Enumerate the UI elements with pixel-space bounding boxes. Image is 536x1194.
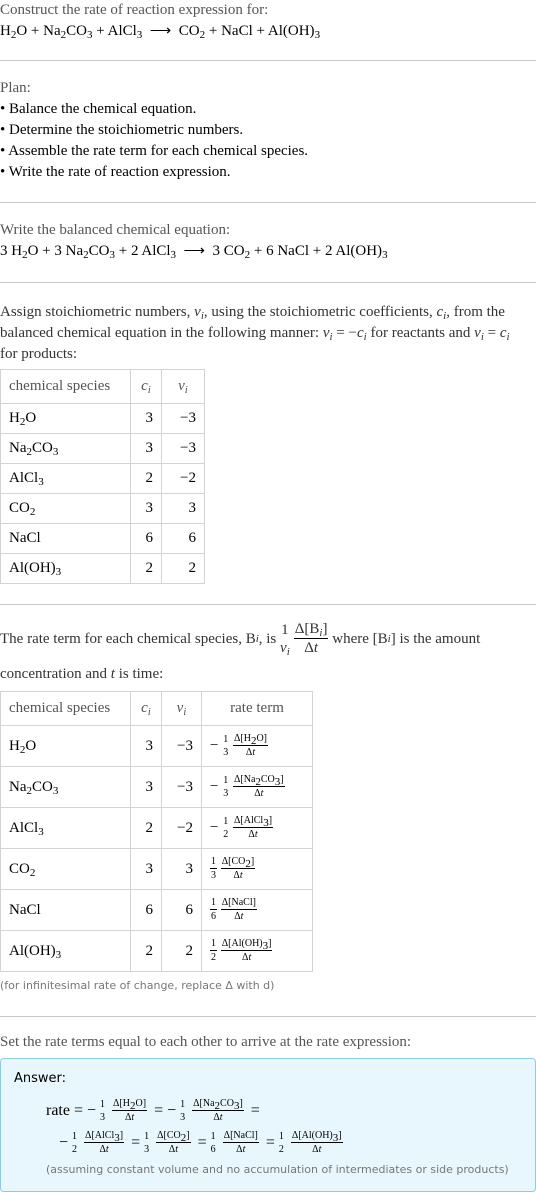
infinitesimal-note: (for infinitesimal rate of change, repla…: [0, 979, 275, 992]
answer-label: Answer:: [14, 1071, 67, 1086]
rate-expression-line-1: rate = − 13 Δ[H2O] Δt = − 13 Δ[Na2CO3] Δt …: [46, 1098, 260, 1123]
divider: [0, 604, 536, 605]
col-header-c: ci: [130, 369, 162, 404]
divider: [0, 202, 536, 203]
col-header-c: ci: [130, 691, 162, 726]
table-row: H2O 3 −3 − 13 Δ[H2O] Δt: [0, 725, 313, 767]
col-header-nu: νi: [161, 691, 202, 726]
col-header-species: chemical species: [0, 369, 131, 404]
rate-term-intro-2: concentration and t is time:: [0, 666, 164, 682]
table-row: Na2CO3 3 −3 − 13 Δ[Na2CO3] Δt: [0, 766, 313, 808]
plan-step: • Write the rate of reaction expression.: [0, 164, 231, 180]
assumption-note: (assuming constant volume and no accumul…: [46, 1163, 509, 1176]
delta-b-over-delta-t: Δ[Bi] Δt: [293, 621, 329, 656]
page-title: Construct the rate of reaction expressio…: [0, 2, 269, 18]
table-row: AlCl3 2 −2 − 12 Δ[AlCl3] Δt: [0, 807, 313, 849]
rate-term: − 13 Δ[H2O] Δt: [201, 725, 313, 767]
plan-label: Plan:: [0, 80, 31, 96]
table-row: CO2 3 3 13 Δ[CO2] Δt: [0, 848, 313, 890]
col-header-rate-term: rate term: [201, 691, 313, 726]
col-header-species: chemical species: [0, 691, 131, 726]
rate-expression-line-2: − 12 Δ[AlCl3] Δt = 13 Δ[CO2] Δt = 16 Δ[NaC…: [59, 1130, 343, 1155]
one-over-nu: 1 νi: [280, 621, 290, 658]
divider: [0, 1016, 536, 1017]
table-row: Na2CO3 3 −3: [0, 433, 205, 464]
divider: [0, 282, 536, 283]
table-row: NaCl 6 6: [0, 523, 205, 554]
stoich-table: chemical species ci νi H2O 3 −3 Na2CO3 3 −3 …: [0, 369, 205, 584]
unbalanced-equation: H2O + Na2CO3 + AlCl3 ⟶ CO2 + NaCl + Al(O…: [0, 23, 321, 41]
balanced-section: Write the balanced chemical equation: 3 …: [0, 220, 536, 262]
table-row: AlCl3 2 −2: [0, 463, 205, 494]
table-row: CO2 3 3: [0, 493, 205, 524]
plan-step: • Balance the chemical equation.: [0, 101, 197, 117]
rate-term: 12 Δ[Al(OH)3] Δt: [201, 930, 313, 972]
balanced-label: Write the balanced chemical equation:: [0, 222, 231, 238]
rate-term: − 13 Δ[Na2CO3] Δt: [201, 766, 313, 808]
final-intro: Set the rate terms equal to each other t…: [0, 1034, 412, 1050]
rate-term-intro: The rate term for each chemical species,…: [0, 621, 481, 658]
table-row: Al(OH)3 2 2: [0, 553, 205, 584]
col-header-nu: νi: [161, 369, 205, 404]
rate-term: 13 Δ[CO2] Δt: [201, 848, 313, 890]
stoich-section: Assign stoichiometric numbers, νi, using…: [0, 302, 536, 365]
answer-box: Answer: rate = − 13 Δ[H2O] Δt = − 13 Δ[Na…: [0, 1058, 536, 1192]
rate-term-section: The rate term for each chemical species,…: [0, 622, 536, 685]
divider: [0, 60, 536, 61]
rate-term: − 12 Δ[AlCl3] Δt: [201, 807, 313, 849]
plan-step: • Assemble the rate term for each chemic…: [0, 143, 309, 159]
rate-term-table: chemical species ci νi rate term H2O 3 −3 …: [0, 691, 313, 972]
stoich-intro: Assign stoichiometric numbers, νi, using…: [0, 304, 510, 362]
plan-step: • Determine the stoichiometric numbers.: [0, 122, 244, 138]
table-row: H2O 3 −3: [0, 403, 205, 434]
plan-section: Plan: • Balance the chemical equation. •…: [0, 78, 536, 183]
rate-term: 16 Δ[NaCl] Δt: [201, 889, 313, 931]
balanced-equation: 3 H2O + 3 Na2CO3 + 2 AlCl3 ⟶ 3 CO2 + 6 N…: [0, 243, 388, 261]
table-row: NaCl 6 6 16 Δ[NaCl] Δt: [0, 889, 313, 931]
table-row: Al(OH)3 2 2 12 Δ[Al(OH)3] Δt: [0, 930, 313, 972]
